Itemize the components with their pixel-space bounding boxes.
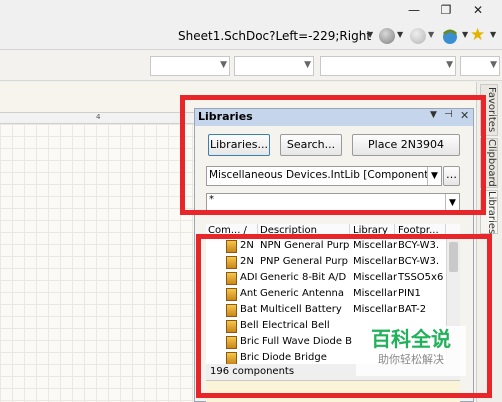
schematic-ruler: 4 (0, 112, 196, 124)
restore-icon: ❐ (440, 3, 452, 17)
forward-dropdown-icon[interactable]: ▼ (428, 30, 434, 39)
ruler-mark: 4 (96, 113, 101, 121)
watermark-title: 百科全说 (371, 327, 451, 351)
globe-dropdown-icon[interactable]: ▼ (462, 30, 468, 39)
forward-icon[interactable] (410, 28, 426, 44)
address-dropdown-icon[interactable]: ▼ (367, 30, 373, 39)
home-globe-icon[interactable] (440, 26, 460, 46)
close-icon: ✕ (472, 3, 484, 17)
highlight-box-top (180, 95, 486, 215)
star-dropdown-icon[interactable]: ▼ (490, 30, 496, 39)
toolbar-combo-1[interactable]: ▼ (150, 56, 230, 76)
restore-button[interactable]: ❐ (436, 2, 456, 18)
watermark-subtitle: 助你轻松解决 (378, 353, 444, 366)
minimize-icon: — (408, 3, 420, 17)
back-dropdown-icon[interactable]: ▼ (397, 30, 403, 39)
toolbar-combo-3[interactable]: ▼ (320, 56, 456, 76)
back-icon[interactable] (379, 28, 395, 44)
schematic-canvas[interactable] (0, 124, 196, 402)
window-title-bar (0, 0, 502, 22)
close-button[interactable]: ✕ (468, 2, 488, 18)
favorites-star-icon[interactable]: ★ (470, 25, 485, 45)
watermark-logo: 百科全说 助你轻松解决 (356, 326, 466, 376)
toolbar-combo-2[interactable]: ▼ (234, 56, 314, 76)
address-field[interactable]: Sheet1.SchDoc?Left=-229;Right (178, 26, 374, 46)
toolbar-combo-4[interactable]: ▼ (460, 56, 500, 76)
minimize-button[interactable]: — (404, 2, 424, 18)
